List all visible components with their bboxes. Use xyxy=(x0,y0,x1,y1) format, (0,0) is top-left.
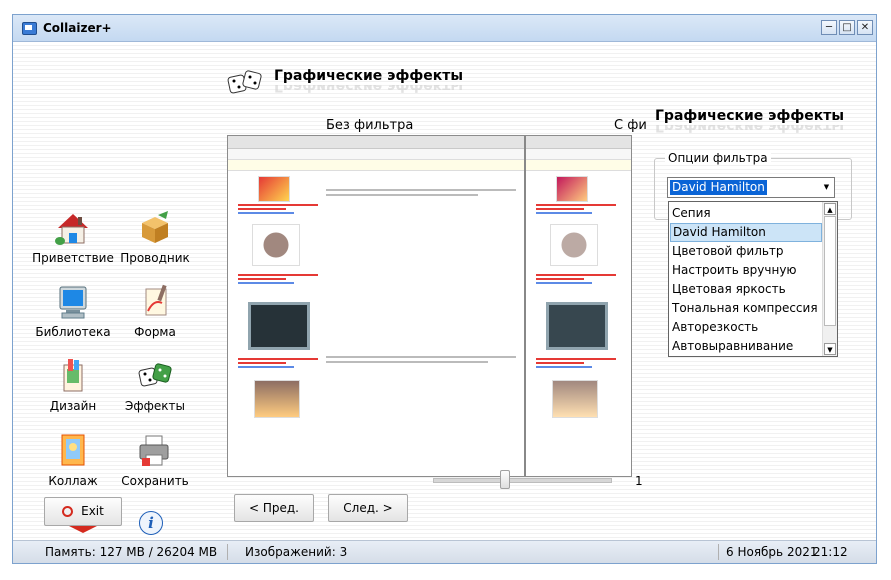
filter-dropdown-list[interactable]: Сепия David Hamilton Цветовой фильтр Нас… xyxy=(668,201,838,357)
scrollbar-thumb[interactable] xyxy=(824,216,836,326)
frame-icon xyxy=(54,432,92,470)
exit-button[interactable]: Exit xyxy=(44,497,122,526)
printer-icon xyxy=(136,432,174,470)
header-title-reflection: Графические эффекты xyxy=(274,85,464,94)
minimize-button[interactable]: ─ xyxy=(821,20,837,35)
slider-value: 1 xyxy=(635,474,643,488)
power-icon xyxy=(62,506,74,517)
exit-label: Exit xyxy=(81,504,104,518)
nav-design[interactable]: Дизайн xyxy=(30,357,116,413)
image-slider-track[interactable] xyxy=(433,478,612,483)
header-title: Графические эффекты xyxy=(274,68,464,84)
with-filter-label: С фи xyxy=(614,118,647,133)
dropdown-scrollbar[interactable]: ▲ ▼ xyxy=(822,202,837,356)
nav-save[interactable]: Сохранить xyxy=(112,432,198,488)
without-filter-label: Без фильтра xyxy=(326,118,414,133)
filtered-preview[interactable] xyxy=(526,136,631,476)
panel-title-reflection: Графические эффекты xyxy=(655,125,845,134)
header-dice-icon xyxy=(227,68,265,98)
filter-select-value: David Hamilton xyxy=(670,180,767,195)
filter-select[interactable]: David Hamilton ▼ xyxy=(667,177,835,198)
scroll-down-icon[interactable]: ▼ xyxy=(824,343,836,355)
window-title: Collaizer+ xyxy=(43,21,112,35)
status-time: 21:12 xyxy=(813,545,848,559)
app-window: Collaizer+ ─ □ ✕ Приветствие Проводник Б… xyxy=(12,14,877,564)
dropdown-option-selected[interactable]: David Hamilton xyxy=(670,223,822,242)
original-preview[interactable] xyxy=(228,136,526,476)
nav-label: Приветствие xyxy=(32,251,114,265)
dropdown-option[interactable]: Настроить вручную xyxy=(670,261,822,280)
nav-collage[interactable]: Коллаж xyxy=(30,432,116,488)
memory-status: Память: 127 MB / 26204 MB xyxy=(45,545,218,559)
nav-effects[interactable]: Эффекты xyxy=(112,357,198,413)
status-date: 6 Ноябрь 2021 xyxy=(726,545,818,559)
app-icon xyxy=(22,22,37,35)
panel-title: Графические эффекты xyxy=(655,108,845,124)
nav-label: Проводник xyxy=(120,251,190,265)
close-button[interactable]: ✕ xyxy=(857,20,873,35)
dropdown-option[interactable]: Автовыравнивание xyxy=(670,337,822,356)
nav-label: Форма xyxy=(134,325,176,339)
brush-icon xyxy=(136,283,174,321)
dice-icon xyxy=(136,357,174,395)
package-icon xyxy=(136,209,174,247)
nav-label: Библиотека xyxy=(35,325,111,339)
next-button[interactable]: След. > xyxy=(328,494,408,522)
nav-label: Коллаж xyxy=(48,474,98,488)
nav-library[interactable]: Библиотека xyxy=(30,283,116,339)
dropdown-option[interactable]: Авторезкость xyxy=(670,318,822,337)
nav-label: Дизайн xyxy=(49,399,97,413)
dropdown-option[interactable]: Тональная компрессия xyxy=(670,299,822,318)
dropdown-option[interactable]: Сепия xyxy=(670,204,822,223)
nav-shape[interactable]: Форма xyxy=(112,283,198,339)
filter-options-label: Опции фильтра xyxy=(665,151,771,165)
dropdown-option[interactable]: Цветовая яркость xyxy=(670,280,822,299)
info-icon[interactable]: i xyxy=(139,511,163,535)
dropdown-option[interactable]: Цветовой фильтр xyxy=(670,242,822,261)
content-area: Приветствие Проводник Библиотека Форма Д… xyxy=(13,42,876,541)
images-count: Изображений: 3 xyxy=(245,545,348,559)
image-slider-thumb[interactable] xyxy=(499,470,510,489)
exit-shadow-icon xyxy=(69,526,97,533)
monitor-icon xyxy=(54,283,92,321)
maximize-button[interactable]: □ xyxy=(839,20,855,35)
status-bar: Память: 127 MB / 26204 MB Изображений: 3… xyxy=(13,540,876,563)
chevron-down-icon[interactable]: ▼ xyxy=(821,181,832,194)
nav-label: Эффекты xyxy=(125,399,185,413)
nav-welcome[interactable]: Приветствие xyxy=(30,209,116,265)
home-icon xyxy=(54,209,92,247)
prev-button[interactable]: < Пред. xyxy=(234,494,314,522)
preview-area xyxy=(227,135,632,477)
nav-explorer[interactable]: Проводник xyxy=(112,209,198,265)
scroll-up-icon[interactable]: ▲ xyxy=(824,203,836,215)
title-bar[interactable]: Collaizer+ ─ □ ✕ xyxy=(13,15,876,42)
paint-tube-icon xyxy=(54,357,92,395)
nav-label: Сохранить xyxy=(121,474,189,488)
